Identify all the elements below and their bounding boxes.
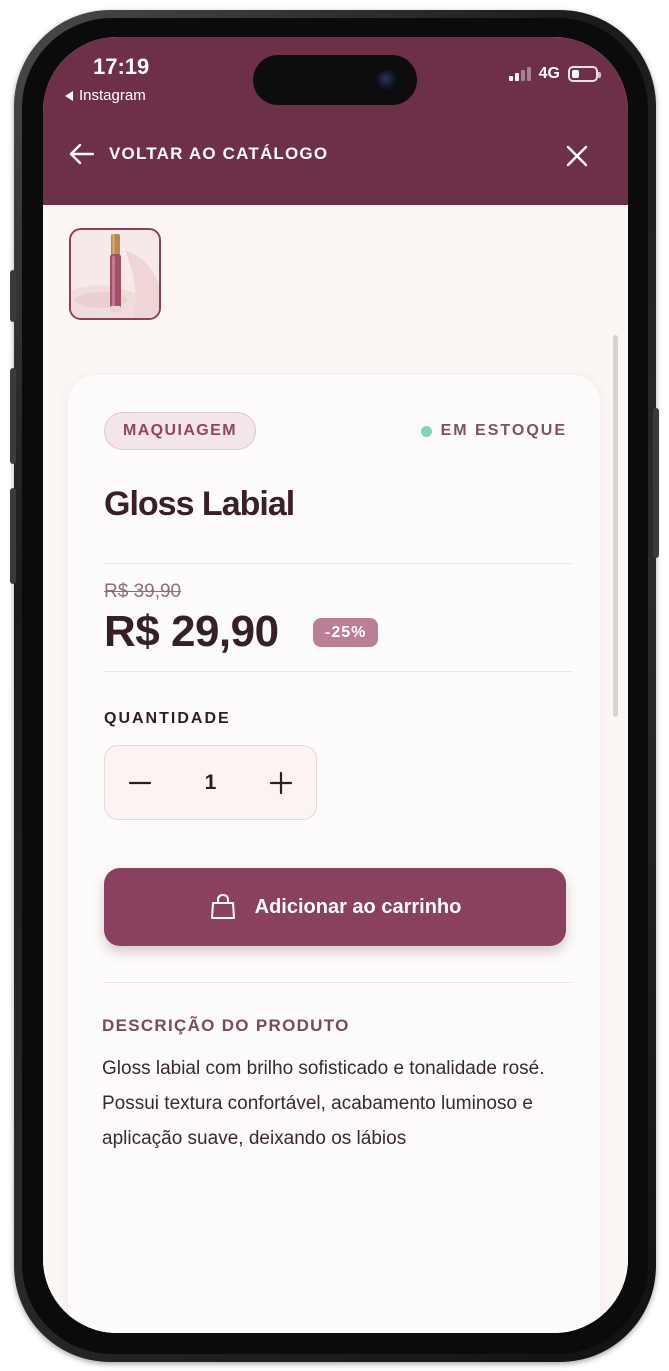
product-thumbnail[interactable] xyxy=(69,228,161,320)
back-triangle-icon xyxy=(65,90,73,101)
volume-up-button xyxy=(10,368,16,464)
product-card: MAQUIAGEM EM ESTOQUE Gloss Labial R$ 39,… xyxy=(68,375,600,1333)
product-page: MAQUIAGEM EM ESTOQUE Gloss Labial R$ 39,… xyxy=(43,205,628,1333)
quantity-stepper: 1 xyxy=(104,745,317,820)
stock-status-label: EM ESTOQUE xyxy=(440,422,567,439)
description-text: Gloss labial com brilho sofisticado e to… xyxy=(102,1058,545,1149)
quantity-label: QUANTIDADE xyxy=(104,710,231,727)
shopping-bag-icon xyxy=(210,894,235,919)
status-indicators: 4G xyxy=(508,65,601,83)
add-to-cart-button[interactable]: Adicionar ao carrinho xyxy=(104,868,566,946)
network-label: 4G xyxy=(538,65,560,82)
arrow-left-icon xyxy=(69,143,95,165)
silent-switch xyxy=(10,270,16,322)
status-time: 17:19 xyxy=(93,54,150,79)
current-price: R$ 29,90 xyxy=(104,607,279,656)
header-bar: 17:19 Instagram 4G VOLTAR AO CATÁLOGO xyxy=(43,37,628,205)
stock-dot-icon xyxy=(420,425,432,437)
plus-icon[interactable] xyxy=(268,770,294,796)
product-title: Gloss Labial xyxy=(104,485,295,523)
divider xyxy=(104,671,572,672)
category-badge: MAQUIAGEM xyxy=(104,412,256,450)
close-icon[interactable] xyxy=(564,143,590,169)
phone-screen: 17:19 Instagram 4G VOLTAR AO CATÁLOGO MA… xyxy=(43,37,628,1333)
signal-icon xyxy=(508,67,531,81)
divider xyxy=(104,563,572,564)
back-to-app-link[interactable]: Instagram xyxy=(65,87,146,104)
gloss-image-icon xyxy=(71,230,159,318)
divider xyxy=(104,982,572,983)
back-to-catalog-label: VOLTAR AO CATÁLOGO xyxy=(109,144,329,163)
back-to-catalog-button[interactable]: VOLTAR AO CATÁLOGO xyxy=(69,143,328,165)
description-title: DESCRIÇÃO DO PRODUTO xyxy=(102,1016,350,1035)
camera-icon xyxy=(377,70,397,90)
nav-row: VOLTAR AO CATÁLOGO xyxy=(43,137,628,177)
dynamic-island xyxy=(253,55,417,105)
discount-badge: -25% xyxy=(313,618,379,647)
scrollbar[interactable] xyxy=(613,335,618,717)
add-to-cart-label: Adicionar ao carrinho xyxy=(254,895,462,918)
old-price: R$ 39,90 xyxy=(104,581,182,602)
battery-icon xyxy=(568,66,601,82)
volume-down-button xyxy=(10,488,16,584)
power-button xyxy=(653,408,659,558)
back-app-label: Instagram xyxy=(79,87,146,104)
stock-status: EM ESTOQUE xyxy=(420,422,567,440)
